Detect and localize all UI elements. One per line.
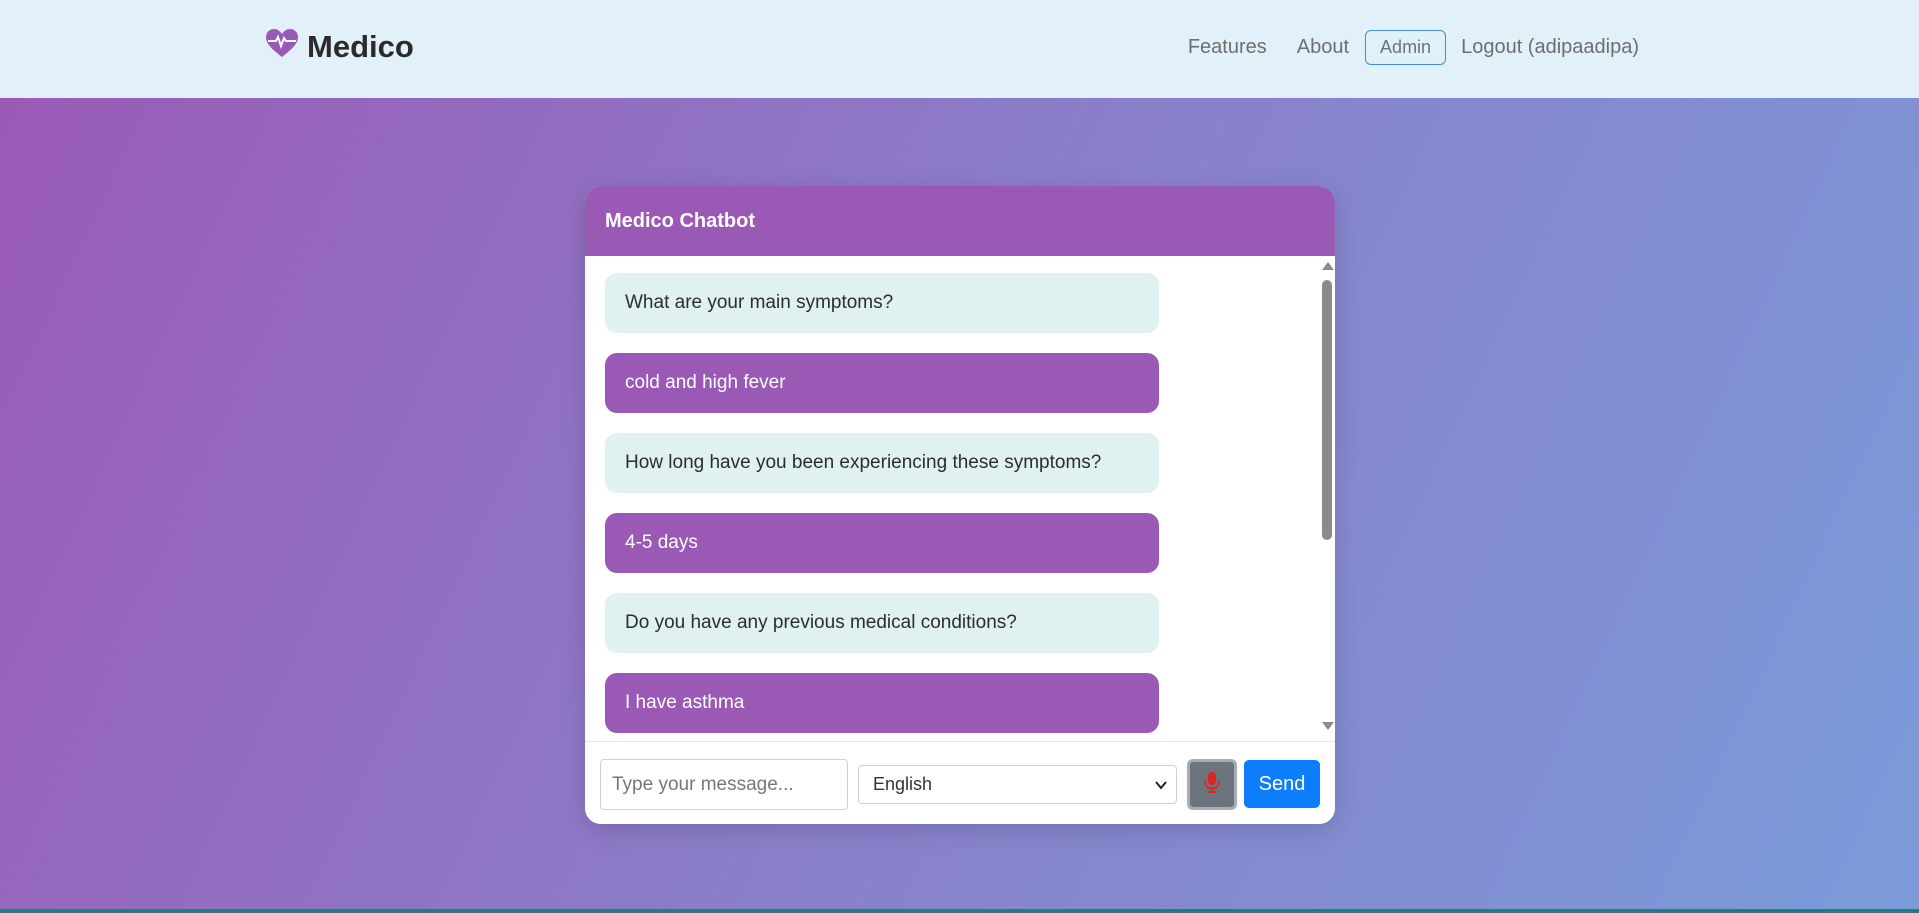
bot-message: How long have you been experiencing thes… bbox=[605, 433, 1159, 493]
bot-message: What are your main symptoms? bbox=[605, 273, 1159, 333]
message-input[interactable] bbox=[600, 759, 848, 810]
microphone-button[interactable] bbox=[1187, 759, 1237, 810]
scroll-up-arrow-icon[interactable] bbox=[1322, 262, 1334, 270]
brand-name: Medico bbox=[307, 29, 414, 64]
user-message: cold and high fever bbox=[605, 353, 1159, 413]
language-select[interactable]: English bbox=[858, 765, 1177, 804]
logout-link[interactable]: Logout (adipaadipa) bbox=[1461, 36, 1639, 59]
chevron-down-icon bbox=[1154, 776, 1168, 797]
message-list: What are your main symptoms? cold and hi… bbox=[605, 273, 1159, 753]
brand-logo[interactable]: Medico bbox=[265, 28, 414, 66]
admin-button[interactable]: Admin bbox=[1365, 30, 1447, 65]
send-button[interactable]: Send bbox=[1244, 760, 1320, 808]
navbar: Medico Features About Admin Logout (adip… bbox=[0, 0, 1919, 98]
bot-message: Do you have any previous medical conditi… bbox=[605, 593, 1159, 653]
language-selected-value: English bbox=[873, 774, 933, 794]
chat-header: Medico Chatbot bbox=[585, 186, 1335, 256]
scroll-down-arrow-icon[interactable] bbox=[1322, 722, 1334, 730]
nav-link-about[interactable]: About bbox=[1297, 36, 1349, 59]
user-message: 4-5 days bbox=[605, 513, 1159, 573]
user-message: I have asthma bbox=[605, 673, 1159, 733]
chat-card: Medico Chatbot What are your main sympto… bbox=[585, 186, 1335, 824]
chat-title: Medico Chatbot bbox=[605, 209, 755, 232]
microphone-icon bbox=[1204, 771, 1220, 798]
bottom-divider bbox=[0, 909, 1919, 913]
chat-scrollbar[interactable] bbox=[1318, 256, 1335, 734]
nav-link-features[interactable]: Features bbox=[1188, 36, 1267, 59]
chat-input-bar: English Send bbox=[585, 741, 1335, 824]
heart-pulse-icon bbox=[265, 28, 299, 66]
scroll-thumb[interactable] bbox=[1322, 280, 1332, 540]
chat-messages-area[interactable]: What are your main symptoms? cold and hi… bbox=[585, 256, 1335, 824]
nav-links: Features About Admin Logout (adipaadipa) bbox=[1188, 30, 1639, 65]
